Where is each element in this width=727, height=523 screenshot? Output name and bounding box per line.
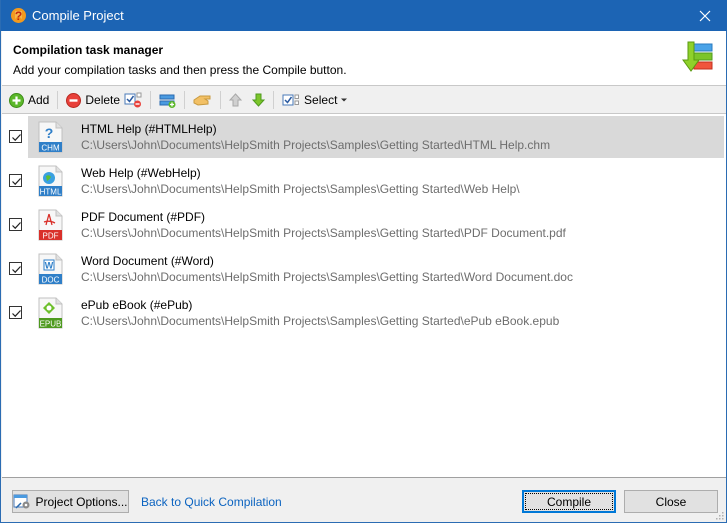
project-options-icon bbox=[13, 494, 30, 509]
task-name: PDF Document (#PDF) bbox=[81, 210, 206, 224]
checkmark-icon bbox=[12, 178, 21, 186]
hand-button[interactable] bbox=[191, 89, 214, 111]
compile-project-dialog: ? Compile Project Compilation task manag… bbox=[0, 0, 727, 523]
checkmark-icon bbox=[12, 134, 21, 142]
window-title: Compile Project bbox=[32, 8, 124, 23]
compile-tasks-icon bbox=[682, 41, 713, 72]
dialog-footer: Project Options... Back to Quick Compila… bbox=[2, 479, 726, 522]
toolbar-separator bbox=[184, 91, 186, 109]
checkmark-icon bbox=[12, 310, 21, 318]
toolbar-separator bbox=[57, 91, 59, 109]
hand-icon bbox=[193, 95, 211, 106]
task-path: C:\Users\John\Documents\HelpSmith Projec… bbox=[81, 314, 560, 328]
file-badge-text: DOC bbox=[42, 276, 60, 285]
project-options-button[interactable]: Project Options... bbox=[12, 490, 129, 513]
task-checkbox[interactable] bbox=[9, 130, 22, 143]
move-down-icon bbox=[252, 93, 266, 107]
close-button[interactable]: Close bbox=[624, 490, 718, 513]
add-button[interactable]: Add bbox=[7, 89, 51, 111]
select-dropdown-button[interactable]: Select bbox=[280, 89, 350, 111]
doc-file-icon: W DOC bbox=[38, 253, 63, 285]
back-to-quick-compilation-link[interactable]: Back to Quick Compilation bbox=[141, 495, 282, 509]
add-icon bbox=[9, 92, 24, 108]
svg-text:?: ? bbox=[45, 125, 54, 141]
task-row[interactable]: EPUB ePub eBook (#ePub) C:\Users\John\Docu… bbox=[2, 290, 726, 334]
delete-icon bbox=[66, 92, 82, 108]
delete-label: Delete bbox=[85, 93, 121, 107]
epub-file-icon: EPUB bbox=[38, 297, 63, 329]
add-task-button[interactable] bbox=[157, 89, 178, 111]
checkmark-icon bbox=[12, 222, 21, 230]
delete-unchecked-button[interactable] bbox=[122, 89, 144, 111]
add-task-icon bbox=[159, 94, 176, 108]
file-badge-text: HTML bbox=[40, 188, 62, 197]
chm-file-icon: ? CHM bbox=[38, 121, 63, 153]
task-path: C:\Users\John\Documents\HelpSmith Projec… bbox=[81, 226, 566, 240]
toolbar-separator bbox=[220, 91, 222, 109]
task-name: HTML Help (#HTMLHelp) bbox=[81, 122, 217, 136]
task-checkbox[interactable] bbox=[9, 174, 22, 187]
dialog-header: Compilation task manager Add your compil… bbox=[2, 31, 726, 86]
move-up-icon bbox=[229, 93, 243, 107]
close-window-button[interactable] bbox=[682, 0, 727, 31]
task-row[interactable]: HTML Web Help (#WebHelp) C:\Users\John\Doc… bbox=[2, 158, 726, 202]
title-bar[interactable]: ? Compile Project bbox=[1, 0, 727, 31]
focus-rectangle bbox=[525, 493, 613, 510]
chevron-down-icon bbox=[341, 98, 348, 102]
close-label: Close bbox=[655, 494, 687, 509]
select-icon bbox=[282, 94, 300, 106]
file-badge-text: CHM bbox=[41, 144, 60, 153]
file-badge-text: PDF bbox=[43, 232, 59, 241]
task-list[interactable]: ? CHM HTML Help (#HTMLHelp) C:\Users\John\D… bbox=[2, 113, 726, 478]
svg-text:?: ? bbox=[15, 9, 22, 23]
task-checkbox[interactable] bbox=[9, 218, 22, 231]
toolbar: Add Delete Select bbox=[2, 87, 726, 113]
select-label: Select bbox=[304, 93, 338, 107]
file-badge-text: EPUB bbox=[40, 320, 62, 329]
delete-unchecked-icon bbox=[124, 92, 142, 108]
task-checkbox[interactable] bbox=[9, 306, 22, 319]
task-row[interactable]: PDF PDF Document (#PDF) C:\Users\John\Docu… bbox=[2, 202, 726, 246]
toolbar-separator bbox=[273, 91, 275, 109]
task-path: C:\Users\John\Documents\HelpSmith Projec… bbox=[81, 138, 551, 152]
task-name: Word Document (#Word) bbox=[81, 254, 214, 268]
checkmark-icon bbox=[12, 266, 21, 274]
compile-button[interactable]: Compile bbox=[522, 490, 616, 513]
task-name: Web Help (#WebHelp) bbox=[81, 166, 201, 180]
pdf-file-icon: PDF bbox=[38, 209, 63, 241]
task-path: C:\Users\John\Documents\HelpSmith Projec… bbox=[81, 270, 573, 284]
project-options-label: Project Options... bbox=[35, 494, 128, 509]
add-label: Add bbox=[28, 93, 50, 107]
task-row[interactable]: W DOC Word Document (#Word) C:\Users\John\D… bbox=[2, 246, 726, 290]
task-row[interactable]: ? CHM HTML Help (#HTMLHelp) C:\Users\John\D… bbox=[2, 114, 726, 158]
move-up-button[interactable] bbox=[227, 89, 244, 111]
task-name: ePub eBook (#ePub) bbox=[81, 298, 193, 312]
html-file-icon: HTML bbox=[38, 165, 63, 197]
svg-text:W: W bbox=[45, 261, 54, 271]
close-icon bbox=[699, 10, 711, 21]
delete-button[interactable]: Delete bbox=[64, 89, 122, 111]
task-path: C:\Users\John\Documents\HelpSmith Projec… bbox=[81, 182, 520, 196]
resize-grip-icon[interactable] bbox=[714, 510, 724, 520]
move-down-button[interactable] bbox=[250, 89, 267, 111]
task-checkbox[interactable] bbox=[9, 262, 22, 275]
app-icon: ? bbox=[11, 8, 26, 23]
header-subtitle: Add your compilation tasks and then pres… bbox=[13, 63, 347, 77]
toolbar-separator bbox=[150, 91, 152, 109]
header-title: Compilation task manager bbox=[13, 43, 164, 57]
